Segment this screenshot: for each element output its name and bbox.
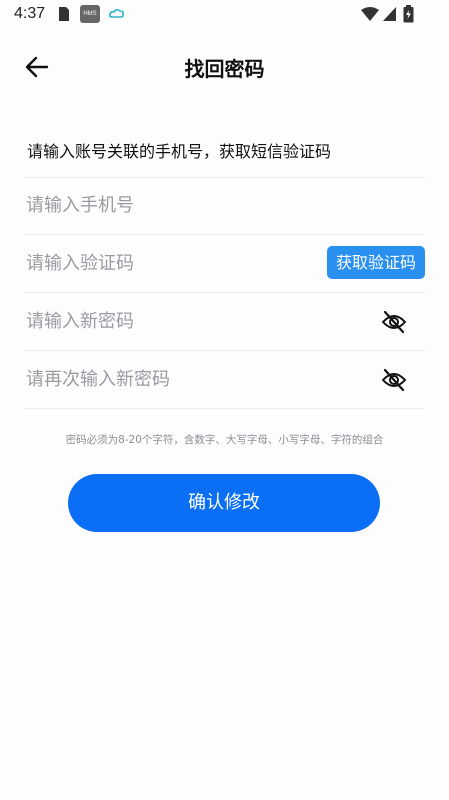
wifi-icon [361, 7, 379, 21]
new-password-input[interactable] [26, 301, 316, 341]
phone-field-row [0, 185, 449, 225]
confirm-password-input[interactable] [26, 359, 316, 399]
status-time: 4:37 [14, 5, 46, 22]
eye-off-icon [381, 368, 407, 392]
verification-code-input[interactable] [26, 243, 316, 283]
battery-icon [403, 5, 414, 23]
hms-badge-icon: HMS [80, 5, 100, 23]
divider [24, 234, 425, 235]
password-rule-hint: 密码必须为8-20个字符，含数字、大写字母、小写字母、字符的组合 [65, 434, 384, 446]
eye-off-icon [381, 310, 407, 334]
divider [24, 177, 425, 178]
sim-card-icon [59, 7, 69, 21]
status-bar: 4:37 HMS [0, 0, 449, 30]
confirm-password-visibility-toggle[interactable] [381, 367, 407, 393]
hms-badge-label: HMS [83, 11, 97, 17]
get-code-button[interactable]: 获取验证码 [327, 246, 425, 279]
divider [24, 292, 425, 293]
page-title: 找回密码 [184, 57, 265, 81]
code-field-row: 获取验证码 [0, 243, 449, 283]
phone-input[interactable] [26, 185, 316, 225]
confirm-change-button[interactable]: 确认修改 [68, 474, 380, 532]
divider [24, 350, 425, 351]
app-header: 找回密码 [0, 40, 449, 92]
divider [24, 408, 425, 409]
instruction-text: 请输入账号关联的手机号，获取短信验证码 [27, 142, 332, 161]
password-visibility-toggle[interactable] [381, 309, 407, 335]
new-password-field-row [0, 301, 449, 341]
confirm-password-field-row [0, 359, 449, 399]
signal-icon [383, 7, 396, 21]
cloud-sync-icon [109, 8, 124, 18]
